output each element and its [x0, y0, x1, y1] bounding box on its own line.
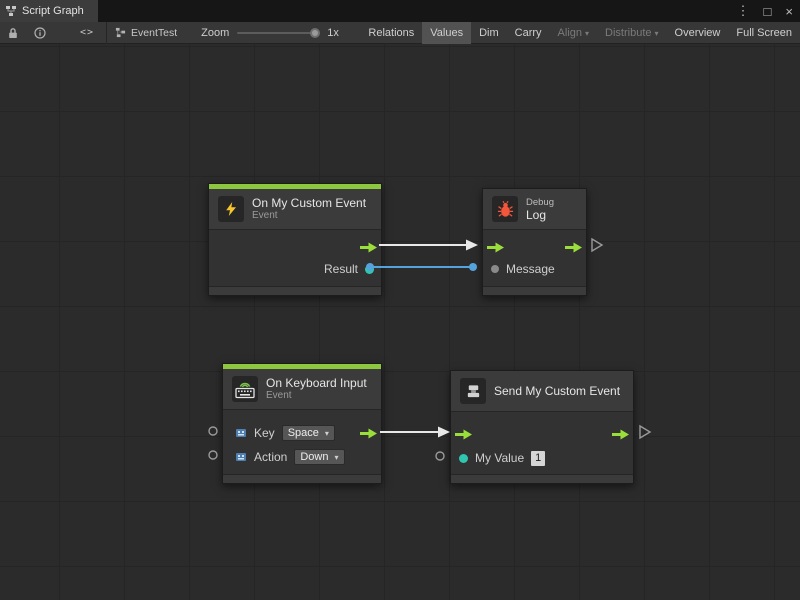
code-icon: <>	[80, 27, 94, 38]
key-dropdown-value: Space	[288, 427, 319, 439]
node-on-keyboard-input[interactable]: On Keyboard Input Event Key Space ▾	[222, 363, 382, 484]
window-controls: ⋮ □ ×	[730, 0, 800, 22]
node-title: On My Custom Event	[252, 196, 366, 210]
distribute-label: Distribute	[605, 27, 651, 39]
unconnected-port-icon[interactable]	[436, 452, 444, 460]
key-port-label: Key	[254, 426, 275, 440]
node-header[interactable]: Send My Custom Event	[451, 371, 633, 411]
flow-input-port[interactable]	[487, 242, 504, 253]
tab-script-graph[interactable]: Script Graph	[0, 0, 98, 22]
lightning-icon	[218, 196, 244, 222]
keycode-icon	[235, 427, 247, 439]
dim-button[interactable]: Dim	[471, 22, 507, 44]
node-footer	[209, 287, 381, 295]
script-graph-icon	[5, 5, 17, 17]
info-icon	[34, 27, 46, 39]
graph-breadcrumb[interactable]: EventTest	[115, 27, 177, 39]
flow-connection-arrowhead	[466, 240, 478, 251]
value-connection-endpoint	[469, 263, 477, 271]
graph-canvas[interactable]: On My Custom Event Event Result	[0, 44, 800, 600]
align-label: Align	[558, 27, 582, 39]
lock-icon	[8, 27, 18, 39]
chevron-down-icon: ▾	[334, 453, 338, 462]
values-button[interactable]: Values	[422, 22, 471, 44]
graph-name-label: EventTest	[131, 27, 177, 39]
overview-label: Overview	[675, 27, 721, 39]
node-title: Send My Custom Event	[494, 384, 620, 398]
node-title: On Keyboard Input	[266, 376, 367, 390]
node-on-my-custom-event[interactable]: On My Custom Event Event Result	[208, 183, 382, 296]
zoom-label: Zoom	[201, 27, 229, 39]
edit-source-button[interactable]: <>	[72, 22, 102, 44]
flow-output-port[interactable]	[565, 242, 582, 253]
carry-label: Carry	[515, 27, 542, 39]
full-screen-label: Full Screen	[736, 27, 792, 39]
message-port-label: Message	[506, 262, 555, 276]
node-title: Log	[526, 208, 554, 222]
result-output-port[interactable]	[365, 265, 374, 274]
relations-label: Relations	[368, 27, 414, 39]
connections-layer	[0, 44, 800, 600]
node-subtitle: Event	[266, 390, 367, 402]
relations-button[interactable]: Relations	[360, 22, 422, 44]
titlebar: Script Graph ⋮ □ ×	[0, 0, 800, 22]
node-header[interactable]: On My Custom Event Event	[209, 189, 381, 229]
my-value-input-port[interactable]	[459, 454, 468, 463]
flow-output-port[interactable]	[360, 428, 377, 439]
node-footer	[223, 475, 381, 483]
keyboard-icon	[232, 376, 258, 402]
node-footer	[483, 287, 586, 295]
action-dropdown[interactable]: Down ▾	[294, 449, 344, 465]
align-dropdown[interactable]: Align ▾	[550, 22, 597, 44]
zoom-value: 1x	[327, 27, 339, 39]
flow-continuation-icon	[592, 239, 602, 251]
unconnected-port-icon[interactable]	[209, 427, 217, 435]
chevron-down-icon: ▾	[325, 429, 329, 438]
my-value-input[interactable]: 1	[531, 451, 545, 466]
message-input-port[interactable]	[491, 265, 499, 273]
lock-button[interactable]	[0, 22, 26, 44]
graph-toolbar: <> EventTest Zoom 1x Relations Values Di…	[0, 22, 800, 44]
carry-button[interactable]: Carry	[507, 22, 550, 44]
toolbar-buttons: Relations Values Dim Carry Align ▾ Distr…	[360, 22, 800, 44]
flow-output-port[interactable]	[612, 429, 629, 440]
window-menu-icon[interactable]: ⋮	[730, 3, 757, 19]
unconnected-port-icon[interactable]	[209, 451, 217, 459]
graph-asset-icon	[115, 27, 126, 38]
node-debug-log[interactable]: Debug Log Message	[482, 188, 587, 296]
tab-title: Script Graph	[22, 5, 84, 17]
distribute-dropdown[interactable]: Distribute ▾	[597, 22, 666, 44]
node-subtitle: Event	[252, 210, 366, 222]
action-dropdown-value: Down	[300, 451, 328, 463]
node-category: Debug	[526, 197, 554, 208]
chevron-down-icon: ▾	[585, 29, 589, 38]
flow-connection-arrowhead	[438, 427, 450, 438]
node-footer	[451, 475, 633, 483]
chevron-down-icon: ▾	[655, 29, 659, 38]
zoom-slider[interactable]	[237, 32, 319, 34]
flow-input-port[interactable]	[455, 429, 472, 440]
dim-label: Dim	[479, 27, 499, 39]
flow-continuation-icon	[640, 426, 650, 438]
custom-event-icon	[460, 378, 486, 404]
close-icon[interactable]: ×	[778, 4, 800, 19]
node-header[interactable]: On Keyboard Input Event	[223, 369, 381, 409]
values-label: Values	[430, 27, 463, 39]
key-dropdown[interactable]: Space ▾	[282, 425, 335, 441]
node-send-my-custom-event[interactable]: Send My Custom Event My Value 1	[450, 370, 634, 484]
my-value-port-label: My Value	[475, 451, 524, 465]
toolbar-separator	[106, 22, 107, 44]
zoom-control: Zoom 1x	[201, 27, 339, 39]
bug-icon	[492, 196, 518, 222]
flow-output-port[interactable]	[360, 242, 377, 253]
zoom-slider-knob[interactable]	[310, 28, 320, 38]
action-port-label: Action	[254, 450, 287, 464]
node-header[interactable]: Debug Log	[483, 189, 586, 229]
maximize-icon[interactable]: □	[757, 4, 779, 19]
full-screen-button[interactable]: Full Screen	[728, 22, 800, 44]
overview-button[interactable]: Overview	[667, 22, 729, 44]
result-port-label: Result	[324, 262, 358, 276]
inspect-button[interactable]	[26, 22, 54, 44]
action-icon	[235, 451, 247, 463]
